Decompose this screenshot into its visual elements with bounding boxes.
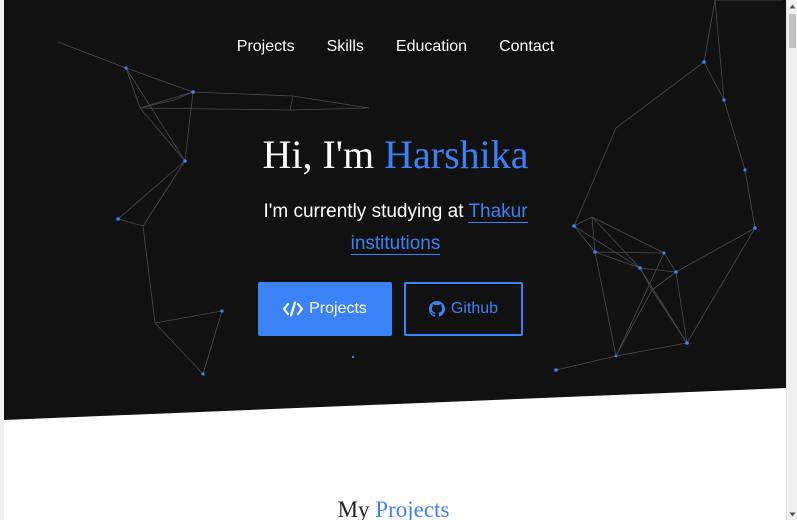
hero-name: Harshika <box>384 132 529 177</box>
github-icon <box>428 301 445 317</box>
projects-button-label: Projects <box>309 300 367 317</box>
window-edge <box>0 0 4 520</box>
page: Projects Skills Education Contact Hi, I'… <box>0 0 797 520</box>
hero-subtitle: I'm currently studying at Thakur institu… <box>4 196 787 260</box>
scroll-down-arrow-icon[interactable] <box>787 508 797 520</box>
projects-heading-prefix: My <box>337 497 376 520</box>
hero-buttons: Projects Github <box>258 282 523 336</box>
nav-link-education[interactable]: Education <box>380 38 483 56</box>
projects-heading-accent: Projects <box>375 497 450 520</box>
scroll-up-arrow-icon[interactable] <box>787 0 797 12</box>
nav-link-contact[interactable]: Contact <box>483 38 570 56</box>
code-icon <box>283 301 304 317</box>
hero-subtitle-text: I'm currently studying at <box>263 201 469 222</box>
projects-button[interactable]: Projects <box>258 282 392 336</box>
vertical-scrollbar[interactable] <box>786 0 797 520</box>
nav-link-projects[interactable]: Projects <box>221 38 311 56</box>
nav-link-skills[interactable]: Skills <box>311 38 380 56</box>
hero-title: Hi, I'm Harshika <box>4 132 787 178</box>
github-button-label: Github <box>450 300 499 317</box>
projects-section-heading: My Projects <box>0 495 787 520</box>
main-nav: Projects Skills Education Contact <box>4 38 787 56</box>
scrollbar-thumb[interactable] <box>789 14 796 48</box>
hero-greeting: Hi, I'm <box>262 132 385 177</box>
hero-section: Projects Skills Education Contact Hi, I'… <box>4 0 787 420</box>
github-button[interactable]: Github <box>404 282 523 336</box>
